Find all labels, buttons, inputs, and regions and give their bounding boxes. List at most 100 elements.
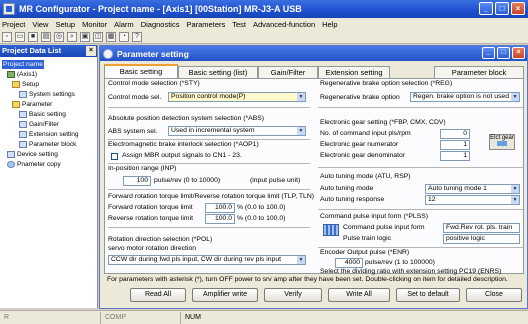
document-icon	[19, 120, 27, 128]
set-to-default-button[interactable]: Set to default	[396, 288, 460, 302]
scope-icon[interactable]: ▦	[106, 31, 116, 42]
abs-select[interactable]: Used in incremental system ▼	[168, 126, 306, 136]
write-all-button[interactable]: Write All	[328, 288, 390, 302]
toolbar: ▫ ▭ ■ ▤ ◎ ⌕ ▣ ◫ ▦ ◔ ?	[0, 30, 528, 44]
tree-item-basic-setting[interactable]: Basic setting	[2, 109, 97, 119]
axis-icon	[7, 70, 15, 78]
divider	[108, 139, 310, 140]
tab-extension-setting[interactable]: Extension setting	[318, 66, 390, 78]
encoder-header: Encoder Output pulse (*ENR)	[320, 249, 410, 256]
menu-monitor[interactable]: Monitor	[82, 20, 107, 29]
egear-denominator-label: Electronic gear denominator	[320, 152, 406, 159]
tab-parameter-block[interactable]: Parameter block	[434, 66, 524, 78]
tab-gain-filter[interactable]: Gain/Filter	[258, 66, 318, 78]
gauge-icon[interactable]: ◔	[119, 31, 129, 42]
menu-setup[interactable]: Setup	[55, 20, 75, 29]
dialog-minimize-button[interactable]: _	[482, 47, 495, 59]
egear-cmd-label: No. of command input pls/rpm	[320, 130, 411, 137]
rotation-direction-select[interactable]: CCW dir during fwd pls input, CW dir dur…	[108, 255, 306, 265]
tree-item-device-setting[interactable]: Device setting	[2, 149, 97, 159]
chevron-down-icon: ▼	[297, 256, 305, 264]
monitor-icon[interactable]: ▣	[80, 31, 90, 42]
read-all-button[interactable]: Read All	[130, 288, 186, 302]
autotune-mode-select[interactable]: Auto tuning mode 1 ▼	[425, 184, 520, 194]
assign-mbr-checkbox[interactable]	[111, 153, 118, 160]
pulse-logic-value[interactable]: positive logic	[443, 234, 520, 244]
menu-parameters[interactable]: Parameters	[186, 20, 225, 29]
zoom-icon[interactable]: ◎	[54, 31, 64, 42]
egear-cmd-input[interactable]: 0	[440, 129, 470, 139]
project-panel-close-button[interactable]: ×	[86, 46, 96, 56]
gear-icon	[497, 141, 507, 146]
new-icon[interactable]: ▫	[2, 31, 12, 42]
tree-item-parameter-block[interactable]: Parameter block	[2, 139, 97, 149]
reverse-torque-input[interactable]: 100.0	[205, 214, 235, 224]
menu-view[interactable]: View	[32, 20, 48, 29]
control-mode-label: Control mode sel.	[108, 94, 162, 101]
electronic-gear-button[interactable]: Elct gear	[489, 134, 515, 150]
tree-item-label: Pnameter copy	[17, 160, 61, 168]
close-dialog-button[interactable]: Close	[466, 288, 522, 302]
search-icon[interactable]: ⌕	[67, 31, 77, 42]
minimize-button[interactable]: _	[479, 2, 493, 15]
tree-item-axis1[interactable]: (Axis1)	[2, 69, 97, 79]
dialog-title: Parameter setting	[117, 48, 189, 59]
autotune-mode-label: Auto tuning mode	[320, 185, 374, 192]
dialog-window-controls: _ □ ×	[482, 47, 525, 59]
egear-numerator-input[interactable]: 1	[440, 140, 470, 150]
inposition-input[interactable]: 100	[123, 176, 151, 186]
tree-item-setup[interactable]: Setup	[2, 79, 97, 89]
tree-item-system-settings[interactable]: System settings	[2, 89, 97, 99]
menu-help[interactable]: Help	[322, 20, 337, 29]
dialog-maximize-button[interactable]: □	[497, 47, 510, 59]
menu-project[interactable]: Project	[2, 20, 25, 29]
menu-bar: Project View Setup Monitor Alarm Diagnos…	[0, 18, 528, 30]
assign-mbr-label: Assign MBR output signals to CN1 - 23.	[122, 152, 242, 159]
regen-select[interactable]: Regen. brake option is not used ▼	[410, 92, 520, 102]
autotune-response-value: 12	[428, 196, 436, 203]
tree-item-extension-setting[interactable]: Extension setting	[2, 129, 97, 139]
tab-basic-setting-list[interactable]: Basic setting (list)	[178, 66, 258, 78]
dialog-icon	[103, 48, 113, 59]
status-cell: R	[4, 313, 10, 321]
maximize-button[interactable]: □	[495, 2, 509, 15]
abs-header: Absolute position detection system selec…	[108, 115, 265, 122]
pulse-train-icon	[323, 224, 339, 236]
amplifier-write-button[interactable]: Amplifier write	[192, 288, 258, 302]
tab-basic-setting[interactable]: Basic setting	[104, 64, 178, 78]
control-mode-value: Position control mode(P)	[171, 93, 246, 100]
close-button[interactable]: ×	[511, 2, 525, 15]
tree-item-project-name[interactable]: Project name	[2, 59, 97, 69]
graph-icon[interactable]: ◫	[93, 31, 103, 42]
menu-diagnostics[interactable]: Diagnostics	[141, 20, 180, 29]
gear-icon	[7, 160, 15, 168]
parameter-setting-dialog: Parameter setting _ □ × Basic setting Ba…	[99, 45, 528, 309]
folder-icon	[12, 80, 20, 88]
forward-torque-input[interactable]: 100.0	[205, 203, 235, 213]
egear-denominator-input[interactable]: 1	[440, 151, 470, 161]
pulse-form-value[interactable]: Fwd.Rev rot. pls. train	[443, 223, 520, 233]
tree-item-parameter[interactable]: Parameter	[2, 99, 97, 109]
autotune-response-select[interactable]: 12 ▼	[425, 195, 520, 205]
menu-alarm[interactable]: Alarm	[114, 20, 134, 29]
menu-advanced-function[interactable]: Advanced-function	[253, 20, 315, 29]
tree-item-parameter-copy[interactable]: Pnameter copy	[2, 159, 97, 169]
document-icon	[19, 110, 27, 118]
dialog-close-button[interactable]: ×	[512, 47, 525, 59]
document-icon	[19, 140, 27, 148]
document-icon	[19, 130, 27, 138]
print-icon[interactable]: ▤	[41, 31, 51, 42]
tree-item-label: Project name	[2, 59, 45, 69]
tree-item-gain-filter[interactable]: Gain/Filter	[2, 119, 97, 129]
divider	[108, 189, 310, 190]
window-title: MR Configurator - Project name - [Axis1]…	[19, 4, 302, 14]
open-icon[interactable]: ▭	[15, 31, 25, 42]
brake-header: Electromagnetic brake interlock selectio…	[108, 141, 259, 148]
tab-strip: Basic setting Basic setting (list) Gain/…	[104, 64, 524, 78]
verify-button[interactable]: Verify	[264, 288, 322, 302]
control-mode-select[interactable]: Position control mode(P) ▼	[168, 92, 306, 102]
help-icon[interactable]: ?	[132, 31, 142, 42]
divider	[108, 227, 310, 228]
menu-test[interactable]: Test	[232, 20, 246, 29]
save-icon[interactable]: ■	[28, 31, 38, 42]
